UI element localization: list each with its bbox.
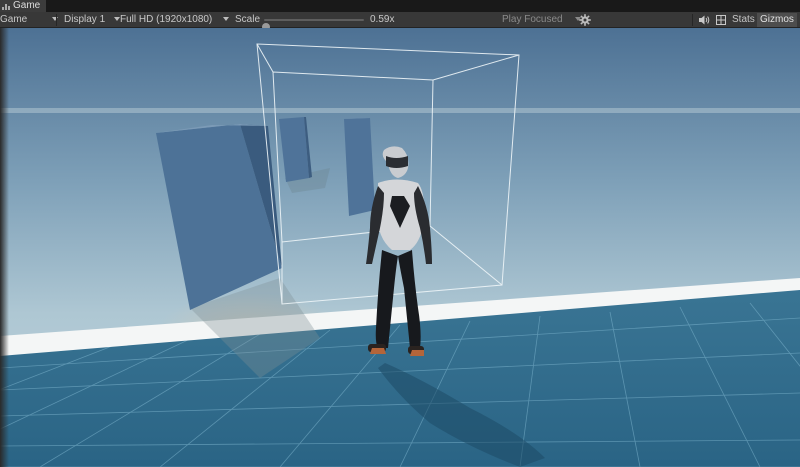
game-viewport[interactable]: [0, 28, 800, 467]
resolution-dropdown[interactable]: Full HD (1920x1080): [120, 12, 230, 28]
speaker-icon[interactable]: [699, 15, 711, 25]
toolbar-divider: [56, 14, 57, 26]
scale-slider[interactable]: [262, 19, 364, 31]
display-label: Display 1: [64, 14, 106, 25]
scale-label: Scale: [235, 14, 261, 25]
game-toolbar: Game Display 1 Full HD (1920x1080) Scale…: [0, 12, 800, 31]
play-mode-dropdown[interactable]: Play Focused: [502, 12, 582, 28]
viewport-edge-shade: [0, 28, 9, 467]
grid-icon[interactable]: [716, 15, 726, 25]
tab-game-label: Game: [13, 0, 41, 11]
caret-down-icon: [223, 17, 230, 22]
stats-button[interactable]: Stats: [729, 13, 758, 27]
scale-value: 0.59x: [370, 14, 395, 25]
tab-game[interactable]: Game: [0, 0, 46, 12]
tab-bar: Game: [0, 0, 800, 12]
gear-icon[interactable]: [579, 14, 591, 26]
horizon-band: [0, 108, 800, 113]
gizmos-button[interactable]: Gizmos: [757, 13, 797, 27]
display-dropdown[interactable]: Display 1: [64, 12, 120, 28]
view-mode-dropdown[interactable]: Game: [0, 12, 59, 28]
view-mode-label: Game: [0, 14, 28, 25]
game-tab-icon: [2, 3, 10, 10]
resolution-label: Full HD (1920x1080): [120, 14, 213, 25]
play-mode-label: Play Focused: [502, 14, 563, 25]
game-view-render: [0, 28, 800, 467]
pillar-block: [344, 117, 375, 216]
toolbar-divider: [692, 14, 693, 26]
